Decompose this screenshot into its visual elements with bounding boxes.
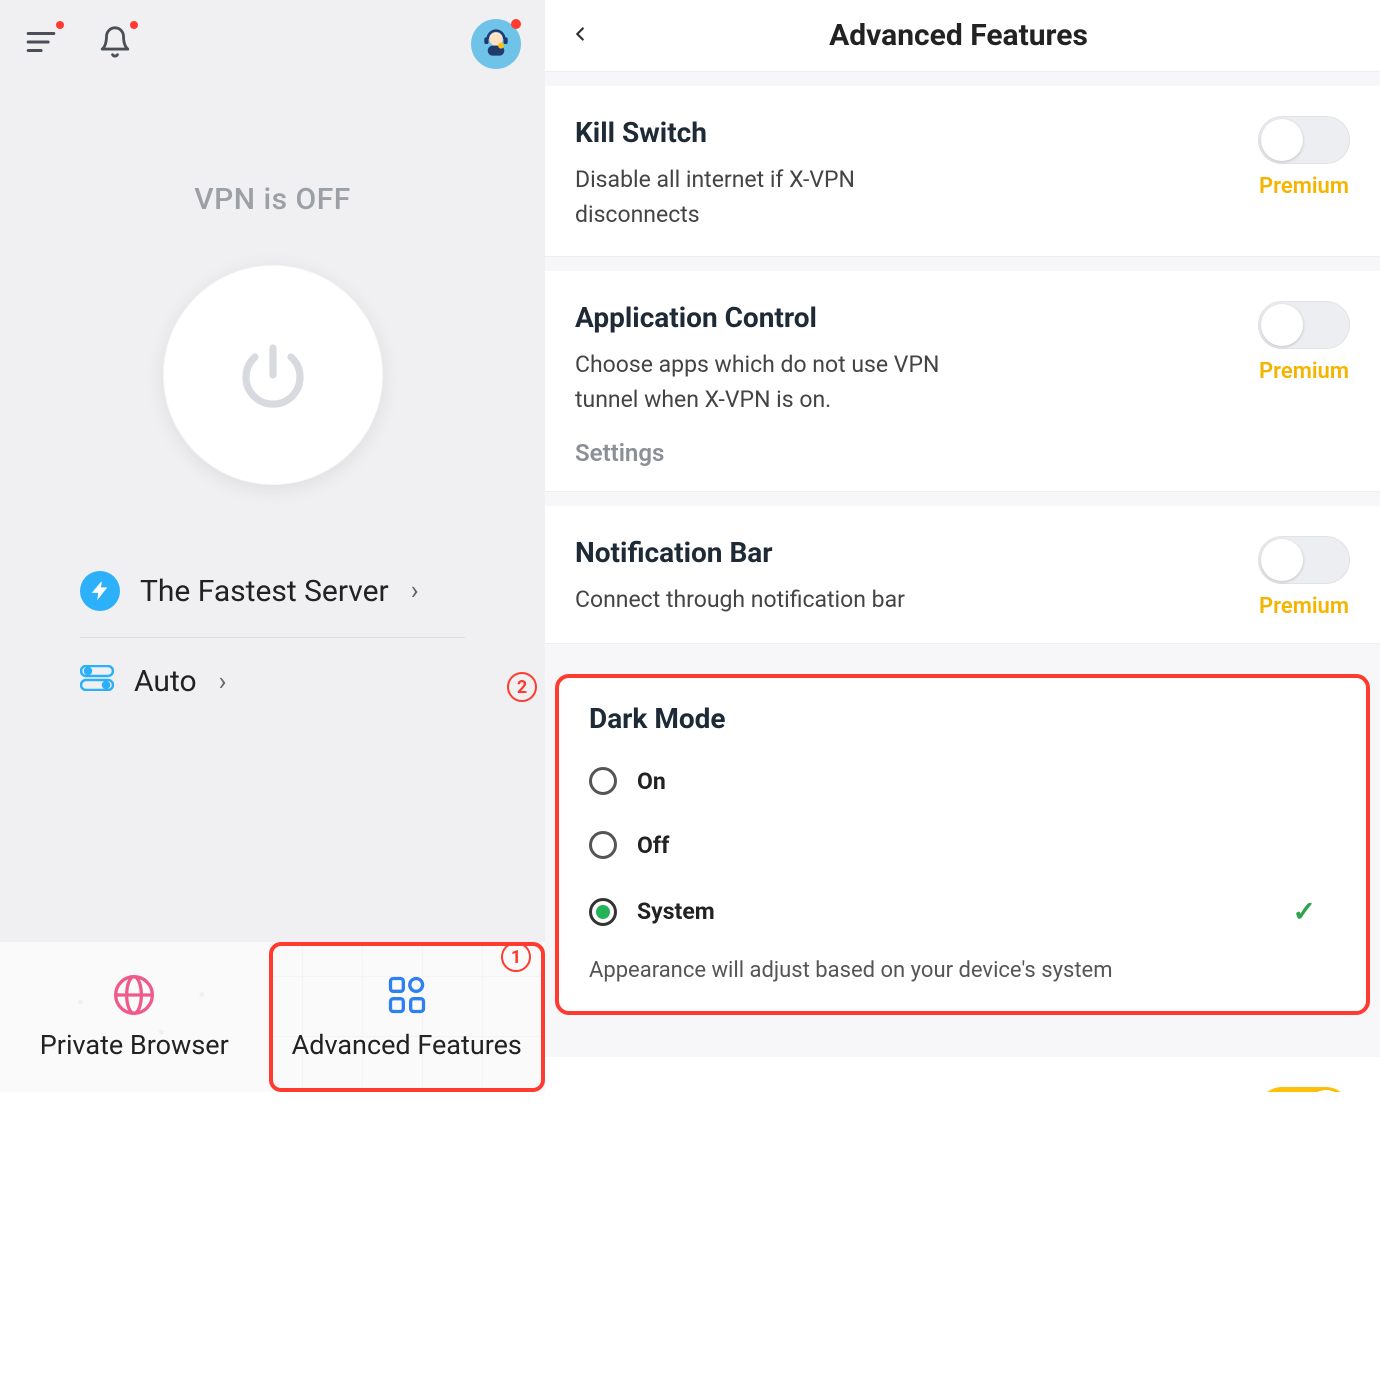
fastest-server-label: The Fastest Server <box>140 574 389 609</box>
section-application-control: Application Control Choose apps which do… <box>545 271 1380 492</box>
section-dark-mode: Dark Mode On Off System ✓ Appearance <box>555 674 1370 1015</box>
dark-mode-system-label: System <box>637 898 715 925</box>
app-control-title: Application Control <box>575 301 955 334</box>
dark-mode-desc: Appearance will adjust based on your dev… <box>589 954 1336 987</box>
fastest-server-row[interactable]: The Fastest Server › <box>80 545 465 638</box>
page-title: Advanced Features <box>591 18 1326 53</box>
dark-mode-off-label: Off <box>637 832 669 859</box>
dark-mode-option-on[interactable]: On <box>589 749 1336 813</box>
app-control-toggle[interactable] <box>1258 301 1350 349</box>
notification-bar-title: Notification Bar <box>575 536 905 569</box>
radio-icon <box>589 831 617 859</box>
dark-mode-on-label: On <box>637 768 666 795</box>
tab-private-browser[interactable]: Private Browser <box>0 942 269 1092</box>
callout-2: 2 <box>507 672 537 702</box>
tab-advanced-features-label: Advanced Features <box>292 1029 522 1061</box>
empty-area <box>0 1092 1380 1378</box>
sliders-icon <box>80 664 114 699</box>
top-bar <box>0 0 545 72</box>
dark-mode-option-off[interactable]: Off <box>589 813 1336 877</box>
notification-dot <box>511 19 521 29</box>
home-screen: VPN is OFF The Fastest Server › <box>0 0 545 1092</box>
advanced-features-screen: Advanced Features Kill Switch Disable al… <box>545 0 1380 1092</box>
kill-switch-desc: Disable all internet if X-VPN disconnect… <box>575 163 955 232</box>
radio-icon <box>589 767 617 795</box>
kill-switch-title: Kill Switch <box>575 116 955 149</box>
kill-switch-toggle[interactable] <box>1258 116 1350 164</box>
check-icon: ✓ <box>1293 895 1316 928</box>
support-avatar[interactable] <box>471 19 521 69</box>
globe-icon <box>112 973 156 1017</box>
section-dark-mode-wrap: 2 Dark Mode On Off System ✓ <box>545 674 1380 1015</box>
protocol-row[interactable]: Auto › <box>80 638 465 725</box>
dark-mode-title: Dark Mode <box>589 702 1336 735</box>
notification-bar-toggle[interactable] <box>1258 536 1350 584</box>
notification-dot <box>130 21 138 29</box>
tab-advanced-features[interactable]: 1 Advanced Features <box>269 942 546 1092</box>
chevron-right-icon: › <box>411 576 419 606</box>
vpn-status-label: VPN is OFF <box>0 182 545 217</box>
callout-1: 1 <box>501 942 531 972</box>
power-button[interactable] <box>163 265 383 485</box>
protocol-label: Auto <box>134 664 197 699</box>
server-options: The Fastest Server › Auto › <box>80 545 465 725</box>
grid-icon <box>385 973 429 1017</box>
bell-icon[interactable] <box>98 25 132 63</box>
menu-icon[interactable] <box>24 25 58 63</box>
notification-dot <box>56 21 64 29</box>
bolt-icon <box>80 571 120 611</box>
premium-badge: Premium <box>1259 594 1349 619</box>
notification-bar-desc: Connect through notification bar <box>575 583 905 618</box>
bottom-tabs: Private Browser 1 Advanced Features <box>0 942 545 1092</box>
premium-badge: Premium <box>1259 174 1349 199</box>
radio-icon-selected <box>589 898 617 926</box>
app-control-settings-link[interactable]: Settings <box>575 439 955 467</box>
app-control-desc: Choose apps which do not use VPN tunnel … <box>575 348 955 417</box>
back-button[interactable] <box>569 23 591 49</box>
section-notification-bar: Notification Bar Connect through notific… <box>545 506 1380 644</box>
section-kill-switch: Kill Switch Disable all internet if X-VP… <box>545 86 1380 257</box>
premium-badge: Premium <box>1259 359 1349 384</box>
header: Advanced Features <box>545 0 1380 72</box>
dark-mode-option-system[interactable]: System ✓ <box>589 877 1336 946</box>
tab-private-browser-label: Private Browser <box>40 1029 229 1061</box>
chevron-right-icon: › <box>219 667 227 697</box>
